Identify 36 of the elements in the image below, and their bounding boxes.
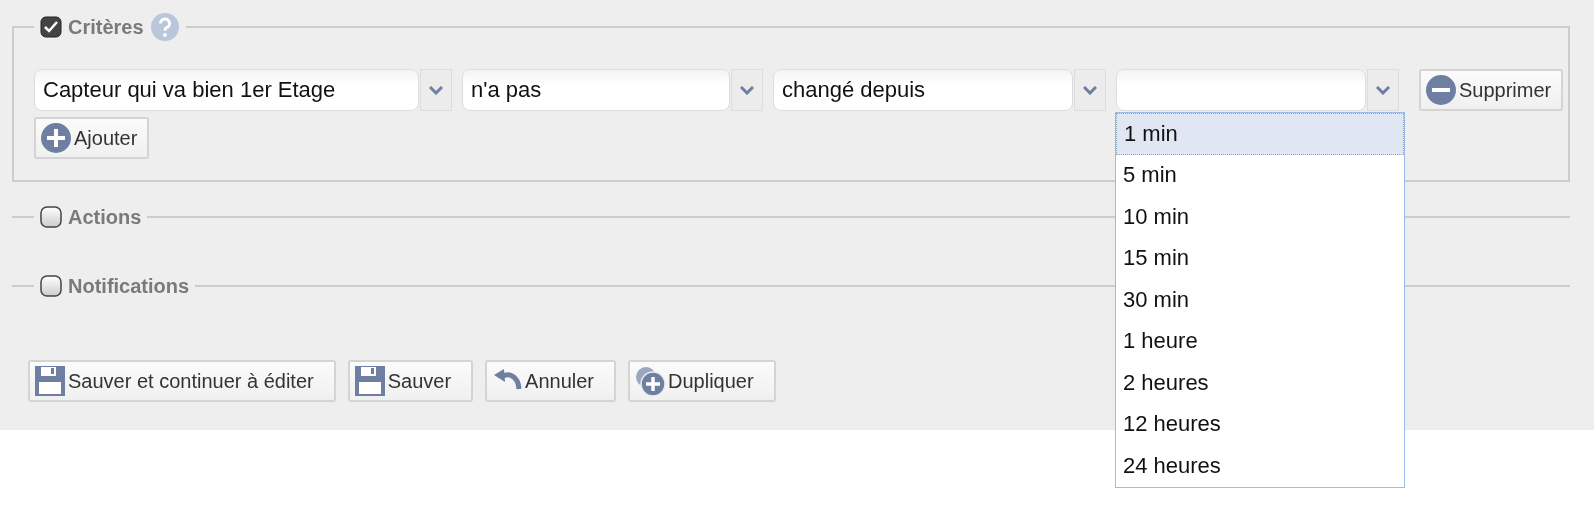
combo-field[interactable]: changé depuis	[773, 69, 1073, 111]
plus-icon	[40, 122, 72, 154]
dropdown-option[interactable]: 2 heures	[1116, 362, 1404, 404]
chevron-down-icon	[429, 85, 443, 95]
dropdown-option[interactable]: 5 min	[1116, 154, 1404, 196]
dropdown-button[interactable]	[1367, 69, 1399, 111]
dropdown-option[interactable]: 15 min	[1116, 237, 1404, 279]
help-icon[interactable]	[149, 12, 180, 42]
checkbox[interactable]	[40, 16, 62, 38]
checkbox[interactable]	[40, 206, 62, 228]
duplicate-button[interactable]: Dupliquer	[628, 360, 776, 402]
dropdown-option[interactable]: 12 heures	[1116, 403, 1404, 445]
remove-button[interactable]: Supprimer	[1419, 69, 1564, 111]
section-title[interactable]: Notifications	[68, 274, 190, 298]
minus-icon	[1425, 74, 1457, 106]
dropdown-button[interactable]	[1074, 69, 1106, 111]
dropdown-option[interactable]: 24 heures	[1116, 445, 1404, 487]
dropdown-option[interactable]: 30 min	[1116, 279, 1404, 321]
save-button[interactable]: Sauver et continuer à éditer	[28, 360, 336, 402]
duplicate-icon	[634, 365, 666, 397]
dropdown-option[interactable]: 1 heure	[1116, 320, 1404, 362]
combo-field[interactable]: n'a pas	[462, 69, 730, 111]
chevron-down-icon	[740, 85, 754, 95]
combo-field[interactable]	[1116, 69, 1366, 111]
undo-button[interactable]: Annuler	[485, 360, 616, 402]
chevron-down-icon	[1083, 85, 1097, 95]
add-button[interactable]: Ajouter	[34, 117, 150, 159]
dropdown-option[interactable]: 1 min	[1116, 113, 1404, 155]
dropdown-button[interactable]	[731, 69, 763, 111]
dropdown-option[interactable]: 10 min	[1116, 196, 1404, 238]
checkbox[interactable]	[40, 275, 62, 297]
section-title[interactable]: Actions	[68, 205, 142, 229]
dropdown-button[interactable]	[420, 69, 452, 111]
chevron-down-icon	[1376, 85, 1390, 95]
combo-field[interactable]: Capteur qui va bien 1er Etage	[34, 69, 419, 111]
save-button[interactable]: Sauver	[347, 360, 474, 402]
